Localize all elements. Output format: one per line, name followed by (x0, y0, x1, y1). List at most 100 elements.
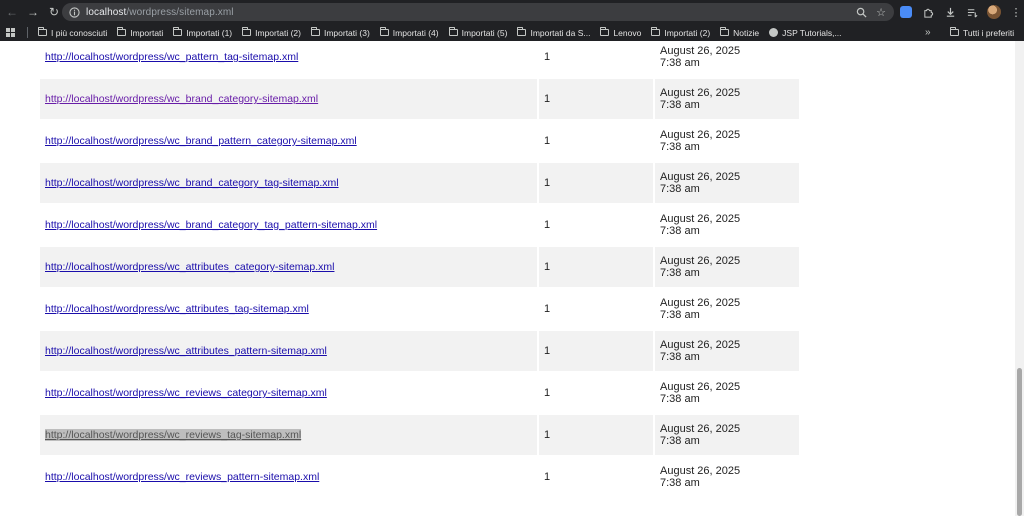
bookmark-item[interactable]: Importati (4) (379, 27, 439, 38)
sitemap-row: http://localhost/wordpress/wc_reviews_pa… (40, 457, 799, 497)
sitemap-url-cell: http://localhost/wordpress/wc_reviews_ca… (40, 373, 537, 413)
url-count-cell: 1 (544, 219, 551, 231)
folder-icon (38, 27, 47, 36)
sitemap-row: http://localhost/wordpress/wc_brand_cate… (40, 163, 799, 203)
sitemap-url-cell: http://localhost/wordpress/wc_attributes… (40, 289, 537, 329)
address-bar[interactable]: localhost/wordpress/sitemap.xml ☆ (62, 3, 894, 21)
bookmark-label: JSP Tutorials,... (782, 27, 842, 38)
bookmark-item[interactable]: JSP Tutorials,... (769, 27, 842, 38)
sitemap-link[interactable]: http://localhost/wordpress/wc_brand_patt… (45, 135, 357, 147)
bookmark-item[interactable]: Importati (117, 27, 164, 38)
bookmarks-overflow-button[interactable]: » (925, 24, 931, 41)
sitemap-link[interactable]: http://localhost/wordpress/wc_attributes… (45, 261, 334, 273)
sitemap-link[interactable]: http://localhost/wordpress/wc_attributes… (45, 345, 327, 357)
url-count-cell: 1 (544, 51, 551, 63)
last-modified-date: August 26, 2025 (660, 297, 741, 309)
bookmarks-bar: I più conosciuti Importati Importati (1) Im… (0, 24, 1024, 41)
folder-icon (448, 27, 458, 36)
bookmark-label: Importati (130, 27, 164, 38)
bookmark-item[interactable]: I più conosciuti (38, 27, 107, 38)
last-modified-date: August 26, 2025 (660, 171, 741, 183)
extensions-puzzle-icon[interactable] (920, 4, 936, 20)
extension-icon[interactable] (898, 4, 914, 20)
bookmark-label: Importati (2) (664, 27, 711, 38)
reload-icon[interactable]: ↻ (45, 3, 63, 21)
folder-icon (950, 27, 959, 36)
sitemap-url-cell: http://localhost/wordpress/wc_brand_cate… (40, 205, 537, 245)
bookmark-label: Importati (4) (392, 27, 439, 38)
sitemap-link[interactable]: http://localhost/wordpress/wc_pattern_ta… (45, 51, 298, 63)
last-modified-cell: August 26, 2025 7:38 am (655, 41, 799, 77)
sitemap-row: http://localhost/wordpress/wc_brand_patt… (40, 121, 799, 161)
vertical-scrollbar[interactable] (1015, 41, 1024, 516)
bookmark-item[interactable]: Importati (3) (310, 27, 370, 38)
bookmark-item[interactable]: Importati (2) (242, 27, 301, 38)
last-modified-cell: August 26, 2025 7:38 am (655, 457, 799, 497)
sitemap-link[interactable]: http://localhost/wordpress/wc_brand_cate… (45, 177, 339, 189)
zoom-icon[interactable] (854, 5, 868, 19)
reading-list-icon[interactable] (964, 4, 980, 20)
sitemap-link[interactable]: http://localhost/wordpress/wc_reviews_ta… (45, 429, 302, 441)
folder-icon (600, 27, 610, 36)
sitemap-link[interactable]: http://localhost/wordpress/wc_brand_cate… (45, 219, 377, 231)
apps-grid-icon[interactable] (6, 28, 15, 37)
sitemap-link[interactable]: http://localhost/wordpress/wc_reviews_ca… (45, 387, 327, 399)
folder-icon (310, 27, 320, 36)
profile-avatar[interactable] (986, 4, 1002, 20)
last-modified-date: August 26, 2025 (660, 381, 741, 393)
folder-icon (117, 27, 127, 36)
folder-icon (379, 27, 389, 36)
bookmark-item[interactable]: Importati (1) (173, 27, 233, 38)
bookmark-item[interactable]: Importati (2) (651, 27, 711, 38)
sitemap-row: http://localhost/wordpress/wc_attributes… (40, 289, 799, 329)
url-count-cell: 1 (544, 135, 551, 147)
sitemap-row: http://localhost/wordpress/wc_attributes… (40, 247, 799, 287)
bookmark-item[interactable]: Importati da S... (517, 27, 591, 38)
bookmark-item[interactable]: Lenovo (600, 27, 641, 38)
last-modified-cell: August 26, 2025 7:38 am (655, 289, 799, 329)
last-modified-time: 7:38 am (660, 141, 700, 153)
url-count-cell: 1 (544, 471, 551, 483)
all-bookmarks-label: Tutti i preferiti (963, 27, 1015, 38)
sitemap-link[interactable]: http://localhost/wordpress/wc_reviews_pa… (45, 471, 319, 483)
last-modified-date: August 26, 2025 (660, 87, 741, 99)
forward-arrow-icon[interactable]: → (24, 3, 42, 21)
last-modified-time: 7:38 am (660, 225, 700, 237)
last-modified-date: August 26, 2025 (660, 45, 741, 57)
url-count-cell: 1 (539, 331, 653, 371)
bookmark-item[interactable]: Notizie (720, 27, 760, 38)
sitemap-link[interactable]: http://localhost/wordpress/wc_brand_cate… (45, 93, 318, 105)
menu-kebab-icon[interactable]: ⋮ (1008, 4, 1024, 20)
sitemap-link[interactable]: http://localhost/wordpress/wc_attributes… (45, 303, 309, 315)
last-modified-time: 7:38 am (660, 183, 700, 195)
last-modified-date: August 26, 2025 (660, 423, 741, 435)
bookmark-item[interactable]: Importati (5) (448, 27, 508, 38)
url-count-cell: 1 (544, 387, 551, 399)
folder-icon (720, 27, 730, 36)
url-host: localhost (86, 6, 127, 18)
last-modified-cell: August 26, 2025 7:38 am (655, 205, 799, 245)
bookmark-label: Importati (3) (323, 27, 370, 38)
bookmark-label: Importati da S... (530, 27, 591, 38)
all-bookmarks-folder[interactable]: Tutti i preferiti (950, 24, 1014, 41)
url-text: localhost/wordpress/sitemap.xml (86, 7, 234, 18)
url-path: /wordpress/sitemap.xml (126, 6, 234, 18)
url-count-cell: 1 (539, 247, 653, 287)
browser-toolbar: ← → ↻ localhost/wordpress/sitemap.xml ☆ … (0, 0, 1024, 24)
bookmark-label: Importati (1) (186, 27, 233, 38)
last-modified-cell: August 26, 2025 7:38 am (655, 163, 799, 203)
folder-icon (517, 27, 527, 36)
site-info-icon[interactable] (67, 5, 81, 19)
download-icon[interactable] (942, 4, 958, 20)
last-modified-date: August 26, 2025 (660, 339, 741, 351)
bookmark-label: Notizie (733, 27, 760, 38)
sitemap-url-cell: http://localhost/wordpress/wc_pattern_ta… (40, 41, 537, 77)
scrollbar-thumb[interactable] (1017, 368, 1022, 516)
last-modified-time: 7:38 am (660, 435, 700, 447)
star-icon[interactable]: ☆ (874, 5, 888, 19)
sitemap-url-cell: http://localhost/wordpress/wc_reviews_ta… (40, 415, 537, 455)
last-modified-date: August 26, 2025 (660, 129, 741, 141)
back-arrow-icon[interactable]: ← (3, 3, 21, 21)
bookmark-label: Importati (5) (461, 27, 508, 38)
sitemap-row: http://localhost/wordpress/wc_brand_cate… (40, 205, 799, 245)
